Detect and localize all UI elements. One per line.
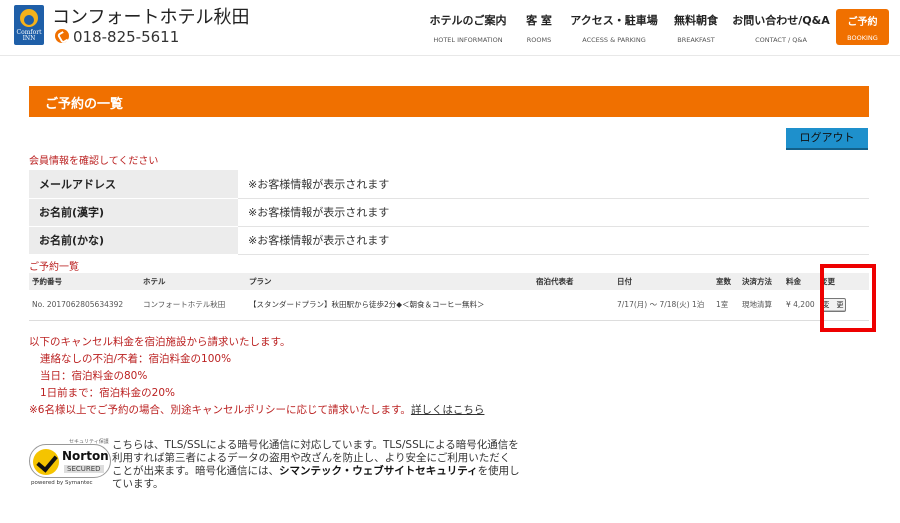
sun-icon: [20, 9, 38, 27]
hotel-name[interactable]: コンフォートホテル秋田: [52, 3, 249, 29]
page-title: ご予約の一覧: [45, 97, 124, 112]
norton-secured: SECURED: [64, 465, 104, 473]
reservation-hotel: コンフォートホテル秋田: [140, 290, 246, 321]
member-value: ※お客様情報が表示されます: [238, 226, 869, 255]
cancel-policy: 以下のキャンセル料金を宿泊施設から請求いたします。 連絡なしの不泊/不着：宿泊料…: [29, 334, 484, 419]
nav-sublabel: ACCESS & PARKING: [582, 36, 646, 44]
reservation-date: 7/17(月) ～ 7/18(火) 1泊: [614, 290, 713, 321]
col-header-rooms: 室数: [713, 273, 739, 290]
logout-button[interactable]: ログアウト: [786, 128, 868, 150]
reservation-number: No. 2017062805634392: [29, 290, 140, 321]
member-notice: 会員情報を確認してください: [29, 156, 159, 167]
ssl-bold: シマンテック・ウェブサイトセキュリティ: [278, 465, 478, 477]
reservation-table: 予約番号 ホテル プラン 宿泊代表者 日付 室数 決済方法 料金 変更 No. …: [29, 273, 869, 321]
nav-label: 無料朝食: [674, 14, 718, 27]
col-header-date: 日付: [614, 273, 713, 290]
site-header: Comfort INN コンフォートホテル秋田 018-825-5611 ホテル…: [0, 0, 900, 56]
col-header-representative: 宿泊代表者: [533, 273, 614, 290]
nav-label: アクセス・駐車場: [570, 14, 658, 27]
logo-text: Comfort INN: [16, 29, 42, 42]
booking-sublabel: BOOKING: [847, 33, 878, 42]
member-row-name-kana: お名前(かな) ※お客様情報が表示されます: [29, 226, 869, 255]
norton-powered-by: powered by Symantec: [31, 480, 93, 486]
table-row: No. 2017062805634392 コンフォートホテル秋田 【スタンダード…: [29, 290, 869, 321]
highlight-box: [820, 264, 876, 332]
member-row-email: メールアドレス ※お客様情報が表示されます: [29, 170, 869, 199]
col-header-payment: 決済方法: [739, 273, 783, 290]
page-title-bar: ご予約の一覧: [29, 86, 869, 117]
booking-label: ご予約: [847, 16, 878, 28]
member-value: ※お客様情報が表示されます: [238, 170, 869, 199]
member-row-name-kanji: お名前(漢字) ※お客様情報が表示されます: [29, 198, 869, 227]
nav-sublabel: CONTACT / Q&A: [755, 36, 807, 44]
col-header-number: 予約番号: [29, 273, 140, 290]
cancel-item: 連絡なしの不泊/不着：宿泊料金の100%: [40, 353, 232, 365]
reservation-list-label: ご予約一覧: [29, 262, 79, 273]
member-key: お名前(漢字): [29, 198, 238, 227]
cancel-note: ※6名様以上でご予約の場合、別途キャンセルポリシーに応じて請求いたします。: [29, 404, 411, 416]
reservation-representative: [533, 290, 614, 321]
member-value: ※お客様情報が表示されます: [238, 198, 869, 227]
norton-badge: Norton SECURED: [29, 444, 111, 478]
booking-button[interactable]: ご予約 BOOKING: [836, 9, 889, 45]
member-key: お名前(かな): [29, 226, 238, 255]
norton-seal[interactable]: セキュリティ保護 Norton SECURED powered by Syman…: [29, 438, 111, 488]
cancel-item: 当日：宿泊料金の80%: [40, 370, 148, 382]
norton-name: Norton: [62, 449, 109, 463]
phone-icon: [55, 29, 69, 43]
checkmark-icon: [33, 449, 59, 475]
col-header-hotel: ホテル: [140, 273, 246, 290]
reservation-price: ¥ 4,200: [783, 290, 817, 321]
reservation-header-row: 予約番号 ホテル プラン 宿泊代表者 日付 室数 決済方法 料金 変更: [29, 273, 869, 290]
phone-number[interactable]: 018-825-5611: [73, 28, 179, 46]
nav-sublabel: BREAKFAST: [677, 36, 715, 44]
cancel-lead: 以下のキャンセル料金を宿泊施設から請求いたします。: [29, 336, 291, 348]
reservation-payment: 現地清算: [739, 290, 783, 321]
cancel-item: 1日前まで：宿泊料金の20%: [40, 387, 176, 399]
ssl-description: こちらは、TLS/SSLによる暗号化通信に対応しています。TLS/SSLによる暗…: [112, 439, 520, 491]
nav-sublabel: ROOMS: [526, 36, 552, 44]
col-header-price: 料金: [783, 273, 817, 290]
cancel-note-line: ※6名様以上でご予約の場合、別途キャンセルポリシーに応じて請求いたします。詳しく…: [29, 402, 484, 419]
member-key: メールアドレス: [29, 170, 238, 199]
reservation-rooms: 1室: [713, 290, 739, 321]
comfort-logo[interactable]: Comfort INN: [14, 5, 44, 45]
col-header-plan: プラン: [246, 273, 533, 290]
cancel-details-link[interactable]: 詳しくはこちら: [411, 404, 485, 416]
nav-label: 客 室: [526, 14, 552, 27]
nav-label: お問い合わせ/Q&A: [732, 14, 830, 27]
nav-contact-qa[interactable]: お問い合わせ/Q&A CONTACT / Q&A: [731, 12, 831, 44]
reservation-plan: 【スタンダードプラン】秋田駅から徒歩2分◆＜朝食＆コーヒー無料＞: [246, 290, 533, 321]
member-info-table: メールアドレス ※お客様情報が表示されます お名前(漢字) ※お客様情報が表示さ…: [29, 170, 869, 255]
